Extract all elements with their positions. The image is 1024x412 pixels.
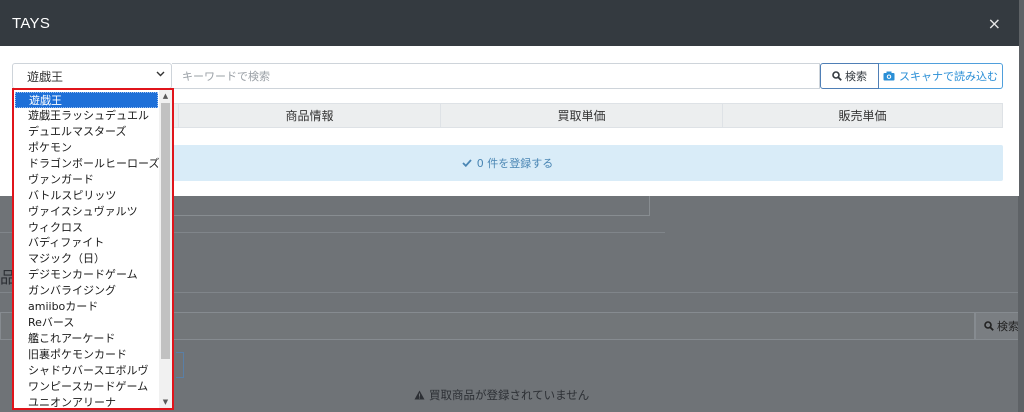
warning-icon [414,390,425,400]
category-select-value: 遊戯王 [27,69,64,84]
category-option[interactable]: 艦これアーケード [14,331,159,347]
category-option[interactable]: Reバース [14,315,159,331]
scanner-button[interactable]: スキャナで読み込む [879,63,1003,89]
category-option[interactable]: ワンピースカードゲーム [14,379,159,395]
category-select[interactable]: 遊戯王 [12,63,172,89]
category-option[interactable]: ウィクロス [14,220,159,236]
category-option[interactable]: バディファイト [14,235,159,251]
category-option[interactable]: ヴァイスシュヴァルツ [14,204,159,220]
empty-message-text: 買取商品が登録されていません [429,388,590,402]
modal-header: TAYS × [0,0,1019,46]
background-empty-message: 買取商品が登録されていません [414,387,589,403]
category-option[interactable]: デジモンカードゲーム [14,267,159,283]
category-option[interactable]: バトルスピリッツ [14,188,159,204]
scrollbar-thumb[interactable] [161,103,170,359]
category-options: 遊戯王 遊戯王ラッシュデュエル デュエルマスターズ ポケモン ドラゴンボールヒーローズヴ… [14,90,159,408]
scroll-down-arrow-icon[interactable]: ▼ [159,396,172,408]
category-option[interactable]: デュエルマスターズ [14,124,159,140]
category-option[interactable]: ポケモン [14,140,159,156]
scroll-up-arrow-icon[interactable]: ▲ [159,90,172,102]
search-button[interactable]: 検索 [820,63,879,89]
category-option[interactable]: 遊戯王 [15,92,158,108]
scanner-button-label: スキャナで読み込む [899,70,998,83]
search-icon [984,321,994,331]
category-dropdown-list: 遊戯王 遊戯王ラッシュデュエル デュエルマスターズ ポケモン ドラゴンボールヒーローズヴ… [12,88,174,410]
search-row: 遊戯王 キーワードで検索 検索 スキャナで読み込む [12,63,1003,89]
column-header-sell-price: 販売単価 [838,109,887,123]
camera-icon [883,71,895,81]
background-search-button: 検索 [975,312,1024,340]
dropdown-scrollbar[interactable]: ▲ ▼ [159,90,172,408]
register-button-label: 0 件を登録する [476,157,554,170]
search-icon [832,71,842,81]
category-option[interactable]: amiiboカード [14,299,159,315]
category-option[interactable]: 遊戯王ラッシュデュエル [14,108,159,124]
check-icon [462,159,472,167]
category-option[interactable]: シャドウバースエボルヴ [14,363,159,379]
close-icon[interactable]: × [988,14,1001,33]
category-option[interactable]: マジック（日） [14,251,159,267]
search-button-label: 検索 [845,70,867,83]
chevron-down-icon [156,69,165,80]
category-option[interactable]: ヴァンガード [14,172,159,188]
category-option[interactable]: ユニオンアリーナ [14,395,159,408]
category-option[interactable]: ドラゴンボールヒーローズ [14,156,159,172]
background-panel [160,196,650,216]
background-search-label: 検索 [997,320,1019,333]
category-option[interactable]: ガンバライジング [14,283,159,299]
column-header-buy-price: 買取単価 [441,104,723,127]
column-header-product-info: 商品情報 [179,104,441,127]
modal-title: TAYS [12,14,51,32]
background-button [176,352,184,378]
keyword-search-input[interactable]: キーワードで検索 [172,63,820,89]
category-option[interactable]: 旧裏ポケモンカード [14,347,159,363]
